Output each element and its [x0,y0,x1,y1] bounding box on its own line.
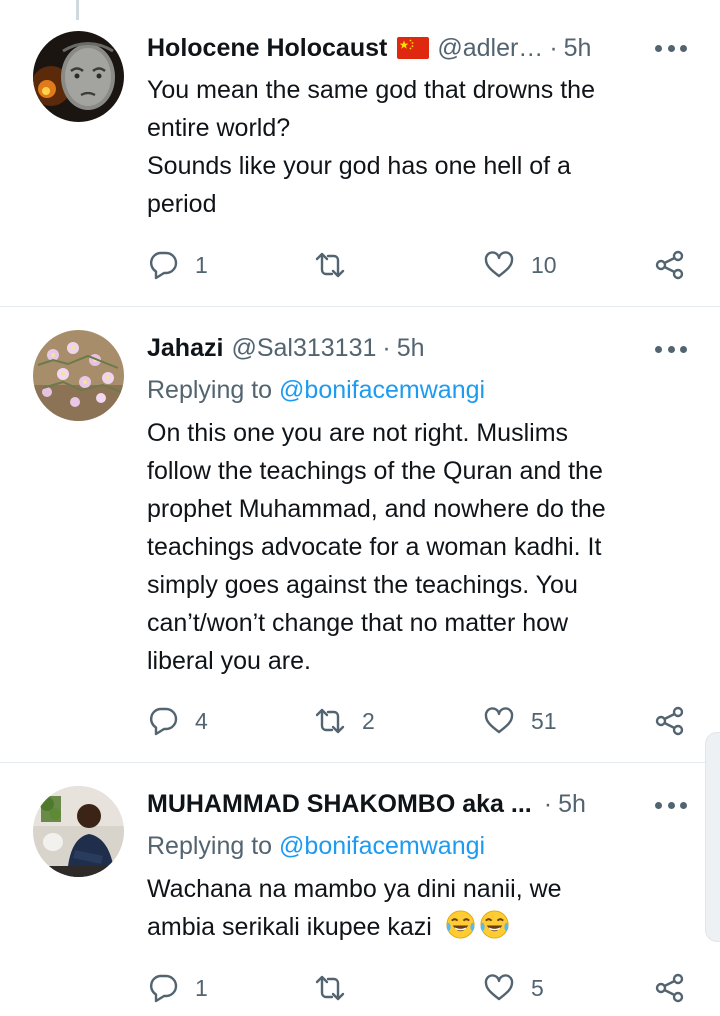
heart-icon [484,974,514,1001]
retweet-count: 2 [362,707,375,734]
more-dots-icon[interactable] [655,800,687,810]
replying-to-label: Replying to [147,376,273,404]
tweet-text-line: period [147,190,217,218]
speech-bubble-icon [149,974,178,1003]
like-button[interactable]: 51 [483,701,557,741]
tweet[interactable]: Holocene Holocaust @adler… · 5h You mean… [0,0,720,306]
heart-icon [484,251,514,278]
reply-count: 1 [195,974,208,1001]
tweet-text-line: prophet Muhammad, and nowhere do the [147,495,606,523]
retweet-icon [315,252,345,278]
more-dots-icon[interactable] [655,344,687,354]
display-name[interactable]: MUHAMMAD SHAKOMBO aka ... [147,790,532,819]
tweet-text: Wachana na mambo ya dini nanii, we ambia… [147,870,687,946]
timestamp[interactable]: 5h [397,334,425,363]
share-icon [655,973,684,1003]
avatar[interactable] [33,786,124,877]
separator-dot: · [543,789,553,818]
scrollbar-thumb[interactable] [705,732,720,942]
avatar[interactable] [33,330,124,421]
more-dots-icon[interactable] [655,43,687,53]
mention-link[interactable]: @bonifacemwangi [279,376,485,404]
tweet[interactable]: Jahazi @Sal313131 · 5h Replying to @boni… [0,307,720,762]
share-icon [655,706,684,736]
tweet-actions: 4 2 51 [0,701,720,741]
tweet-text-line: ambia serikali ikupee kazi [147,913,432,941]
reply-button[interactable]: 1 [147,968,208,1008]
like-count: 10 [531,251,557,278]
tweet-text-line: simply goes against the teachings. You [147,571,578,599]
retweet-icon [315,708,345,734]
tweet-text-line: On this one you are not right. Muslims [147,419,569,447]
tweet-text: On this one you are not right. Muslims f… [147,414,687,680]
retweet-button[interactable] [314,968,362,1008]
replying-to: Replying to @bonifacemwangi [147,832,485,861]
separator-dot: · [382,333,391,362]
user-handle[interactable]: @Sal313131 [231,334,376,363]
reply-button[interactable]: 4 [147,701,208,741]
tweet-header: MUHAMMAD SHAKOMBO aka ... · 5h [147,786,586,822]
tweet-text-line: follow the teachings of the Quran and th… [147,457,603,485]
tweet[interactable]: MUHAMMAD SHAKOMBO aka ... · 5h Replying … [0,763,720,1016]
tweet-text-line: entire world? [147,114,291,142]
china-flag-icon [397,37,430,59]
reply-button[interactable]: 1 [147,245,208,285]
tweet-header: Jahazi @Sal313131 · 5h [147,330,425,366]
speech-bubble-icon [149,251,178,280]
share-button[interactable] [654,245,686,285]
retweet-button[interactable] [314,245,362,285]
face-with-tears-of-joy-icon [480,910,509,939]
retweet-icon [315,975,345,1001]
replying-to-label: Replying to [147,832,273,860]
mention-link[interactable]: @bonifacemwangi [279,832,485,860]
timestamp[interactable]: 5h [564,34,592,63]
display-name[interactable]: Jahazi [147,334,223,363]
retweet-button[interactable]: 2 [314,701,375,741]
heart-icon [484,707,514,734]
share-button[interactable] [654,701,686,741]
tweet-text: You mean the same god that drowns the en… [147,71,687,223]
tweet-text-line: You mean the same god that drowns the [147,76,595,104]
separator-dot: · [549,33,558,62]
share-icon [655,250,684,280]
reply-count: 1 [195,251,208,278]
avatar[interactable] [33,31,124,122]
speech-bubble-icon [149,707,178,736]
tweet-header: Holocene Holocaust @adler… · 5h [147,30,591,66]
like-button[interactable]: 10 [483,245,557,285]
tweet-text-line: Wachana na mambo ya dini nanii, we [147,875,562,903]
tweet-text-line: teachings advocate for a woman kadhi. It [147,533,602,561]
face-with-tears-of-joy-icon [446,910,475,939]
tweet-text-line-with-emoji: ambia serikali ikupee kazi [147,908,687,946]
like-count: 5 [531,974,544,1001]
share-button[interactable] [654,968,686,1008]
replying-to: Replying to @bonifacemwangi [147,376,485,405]
display-name[interactable]: Holocene Holocaust [147,34,387,63]
tweet-actions: 1 10 [0,245,720,285]
user-handle[interactable]: @adler… [437,34,543,63]
tweet-actions: 1 5 [0,968,720,1008]
timestamp[interactable]: 5h [558,790,586,819]
tweet-text-line: Sounds like your god has one hell of a [147,152,571,180]
reply-count: 4 [195,707,208,734]
like-count: 51 [531,707,557,734]
tweet-text-line: liberal you are. [147,647,311,675]
like-button[interactable]: 5 [483,968,544,1008]
tweet-text-line: can’t/won’t change that no matter how [147,609,569,637]
